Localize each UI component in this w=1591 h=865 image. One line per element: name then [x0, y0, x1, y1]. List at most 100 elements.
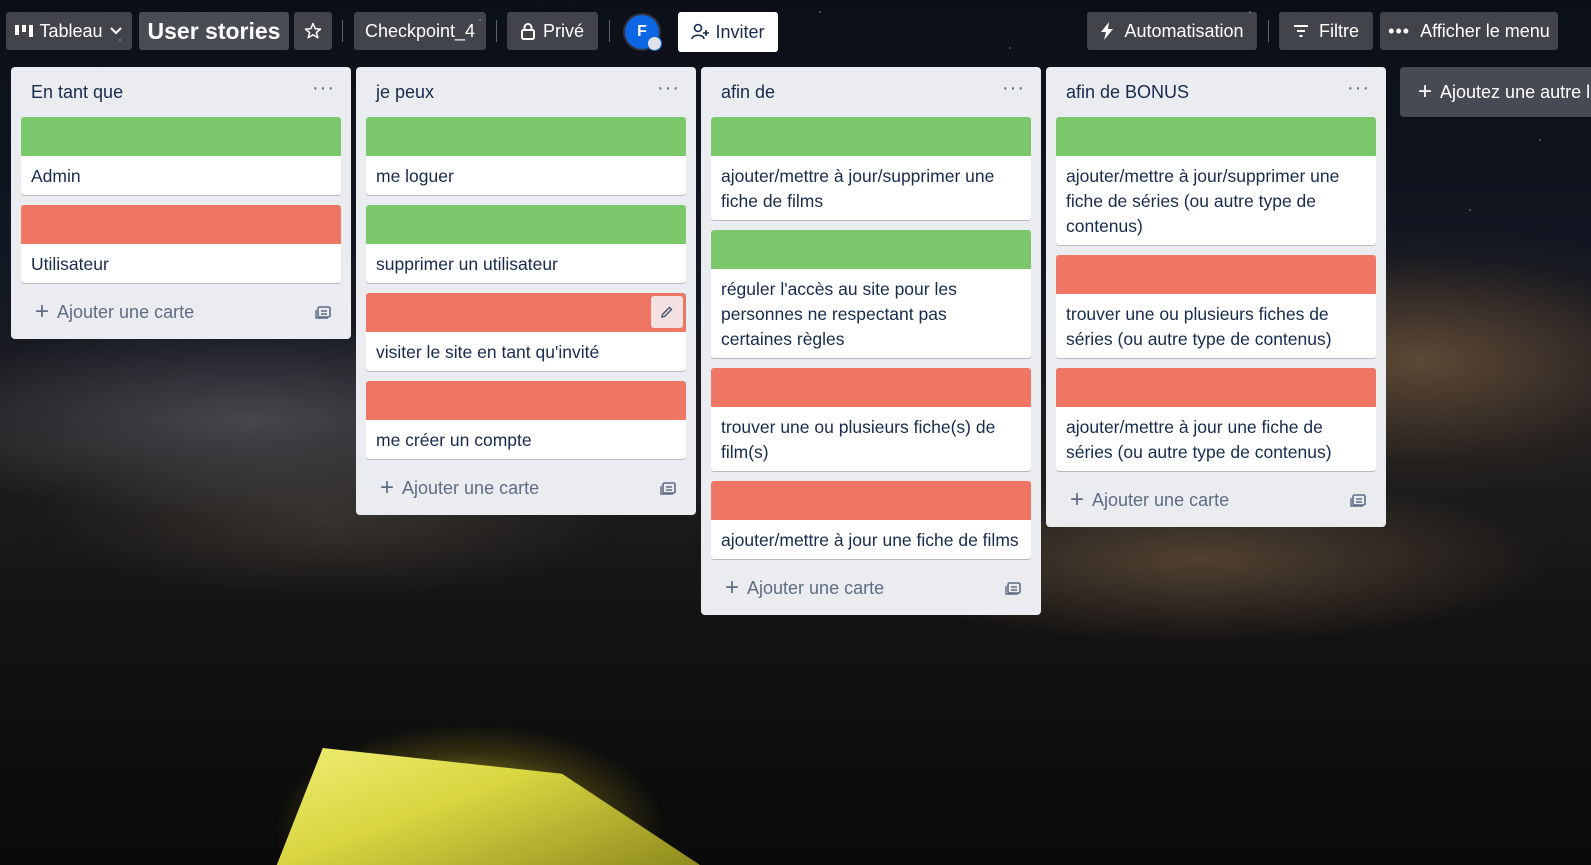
card-title: réguler l'accès au site pour les personn…: [721, 279, 957, 349]
plus-icon: +: [35, 298, 50, 325]
list-afin-de-bonus: afin de BONUS ··· ajouter/mettre à jour/…: [1046, 67, 1386, 527]
card[interactable]: trouver une ou plusieurs fiches de série…: [1056, 255, 1376, 358]
card-cover-red: [1056, 368, 1376, 407]
card[interactable]: Admin: [21, 117, 341, 195]
template-icon[interactable]: [660, 480, 678, 496]
card-title: trouver une ou plusieurs fiches de série…: [1066, 304, 1332, 349]
card[interactable]: ajouter/mettre à jour/supprimer une fich…: [1056, 117, 1376, 245]
list-menu-icon[interactable]: ···: [312, 78, 335, 106]
card[interactable]: supprimer un utilisateur: [366, 205, 686, 283]
card-title: Admin: [31, 166, 81, 186]
add-card-label: Ajouter une carte: [1092, 489, 1230, 510]
edit-card-button[interactable]: [651, 296, 683, 328]
card-cover-red: [366, 293, 686, 332]
show-menu-button[interactable]: ••• Afficher le menu: [1380, 12, 1558, 50]
automation-button[interactable]: Automatisation: [1087, 12, 1257, 50]
card-cover-red: [366, 381, 686, 420]
admin-badge-icon: [647, 36, 662, 51]
card-cover-green: [21, 117, 341, 156]
automation-label: Automatisation: [1124, 20, 1244, 41]
pencil-icon: [661, 306, 673, 318]
separator: [342, 20, 343, 42]
card-cover-red: [1056, 255, 1376, 294]
lock-icon: [520, 22, 535, 40]
card-title: ajouter/mettre à jour/supprimer une fich…: [721, 166, 995, 211]
card[interactable]: Utilisateur: [21, 205, 341, 283]
avatar-initial: F: [637, 23, 647, 40]
lightning-icon: [1101, 22, 1114, 40]
invite-button[interactable]: Inviter: [678, 12, 778, 52]
add-card-label: Ajouter une carte: [402, 477, 540, 498]
list-menu-icon[interactable]: ···: [657, 78, 680, 106]
list-title[interactable]: afin de BONUS: [1066, 82, 1189, 103]
filter-label: Filtre: [1319, 20, 1359, 41]
card-title: me loguer: [376, 166, 454, 186]
list-menu-icon[interactable]: ···: [1002, 78, 1025, 106]
card[interactable]: me loguer: [366, 117, 686, 195]
list-menu-icon[interactable]: ···: [1347, 78, 1370, 106]
card-cover-green: [711, 230, 1031, 269]
plus-icon: +: [1418, 78, 1433, 105]
filter-button[interactable]: Filtre: [1279, 12, 1373, 50]
card-cover-red: [711, 368, 1031, 407]
card[interactable]: me créer un compte: [366, 381, 686, 459]
add-card-label: Ajouter une carte: [747, 577, 885, 598]
card-cover-green: [366, 117, 686, 156]
board-header: Tableau User stories Checkpoint_4 Privé …: [0, 0, 1591, 64]
card[interactable]: ajouter/mettre à jour une fiche de films: [711, 481, 1031, 559]
list-header: afin de BONUS ···: [1056, 67, 1376, 117]
member-avatar[interactable]: F: [625, 15, 662, 51]
list-header: afin de ···: [711, 67, 1031, 117]
list-header: je peux ···: [366, 67, 686, 117]
separator: [609, 20, 610, 42]
star-button[interactable]: [294, 12, 332, 50]
add-card-button[interactable]: + Ajouter une carte: [711, 569, 1031, 607]
card-title: trouver une ou plusieurs fiche(s) de fil…: [721, 417, 996, 462]
card-cover-red: [711, 481, 1031, 520]
card[interactable]: trouver une ou plusieurs fiche(s) de fil…: [711, 368, 1031, 471]
card-title: ajouter/mettre à jour une fiche de films: [721, 530, 1019, 550]
template-icon[interactable]: [315, 304, 333, 320]
add-list-button[interactable]: + Ajoutez une autre liste: [1400, 67, 1591, 117]
card-cover-green: [366, 205, 686, 244]
view-switcher-button[interactable]: Tableau: [6, 12, 132, 50]
invite-label: Inviter: [715, 21, 765, 42]
more-dots-icon: •••: [1388, 20, 1411, 41]
card-title: me créer un compte: [376, 430, 532, 450]
card[interactable]: réguler l'accès au site pour les personn…: [711, 230, 1031, 358]
card-title: supprimer un utilisateur: [376, 254, 558, 274]
template-icon[interactable]: [1005, 580, 1023, 596]
card-cover-green: [1056, 117, 1376, 156]
list-en-tant-que: En tant que ··· Admin Utilisateur + Ajou…: [11, 67, 351, 339]
card[interactable]: ajouter/mettre à jour une fiche de série…: [1056, 368, 1376, 471]
board-title[interactable]: User stories: [139, 12, 289, 50]
list-title[interactable]: En tant que: [31, 82, 123, 103]
list-header: En tant que ···: [21, 67, 341, 117]
add-card-label: Ajouter une carte: [57, 301, 195, 322]
card-title: ajouter/mettre à jour une fiche de série…: [1066, 417, 1332, 462]
workspace-button[interactable]: Checkpoint_4: [354, 12, 486, 50]
add-list-label: Ajoutez une autre liste: [1440, 81, 1591, 102]
add-card-button[interactable]: + Ajouter une carte: [1056, 481, 1376, 519]
filter-icon: [1294, 25, 1308, 37]
background-tent: [276, 748, 700, 865]
card-cover-red: [21, 205, 341, 244]
list-afin-de: afin de ··· ajouter/mettre à jour/suppri…: [701, 67, 1041, 615]
separator: [1268, 20, 1269, 42]
list-title[interactable]: je peux: [376, 82, 434, 103]
add-card-button[interactable]: + Ajouter une carte: [366, 469, 686, 507]
visibility-label: Privé: [542, 20, 584, 41]
star-icon: [304, 22, 322, 39]
card[interactable]: ajouter/mettre à jour/supprimer une fich…: [711, 117, 1031, 220]
visibility-button[interactable]: Privé: [507, 12, 598, 50]
chevron-down-icon: [109, 27, 122, 35]
view-label: Tableau: [39, 20, 103, 41]
card[interactable]: visiter le site en tant qu'invité: [366, 293, 686, 371]
add-person-icon: [691, 23, 710, 40]
add-card-button[interactable]: + Ajouter une carte: [21, 293, 341, 331]
card-title: visiter le site en tant qu'invité: [376, 342, 600, 362]
plus-icon: +: [380, 474, 395, 501]
list-title[interactable]: afin de: [721, 82, 775, 103]
card-cover-green: [711, 117, 1031, 156]
template-icon[interactable]: [1350, 492, 1368, 508]
